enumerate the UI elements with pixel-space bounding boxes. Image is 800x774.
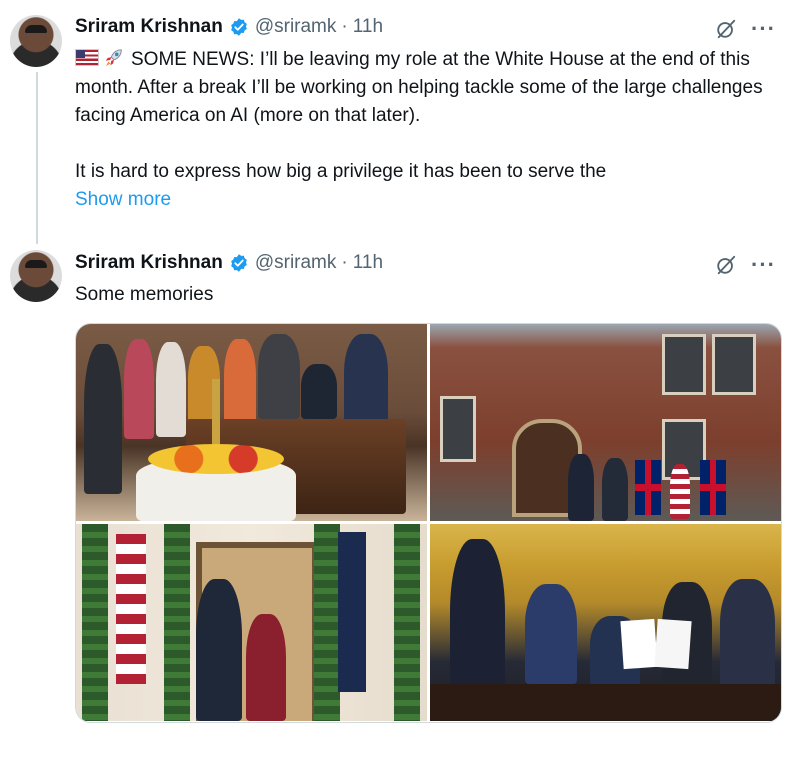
photo-grid (75, 323, 782, 723)
manor-house-flags-photo[interactable] (430, 324, 781, 521)
timestamp[interactable]: 11h (353, 16, 383, 38)
tweet-header: Sriram Krishnan @sriramk · 11h (75, 252, 383, 274)
tweet-actions: ··· (715, 18, 776, 40)
tweet-text-paragraph-1: SOME NEWS: I’ll be leaving my role at th… (75, 49, 763, 126)
oval-office-signing-photo[interactable] (430, 524, 781, 721)
author-handle[interactable]: @sriramk (255, 16, 337, 38)
tweet-text-paragraph-2: It is hard to express how big a privileg… (75, 161, 607, 182)
author-handle[interactable]: @sriramk (255, 252, 337, 274)
tweet-actions: ··· (715, 254, 776, 276)
tweet-text: Some memories (75, 284, 214, 305)
show-more-link[interactable]: Show more (75, 186, 780, 214)
verified-badge-icon (230, 18, 247, 36)
tweet-header: Sriram Krishnan @sriramk · 11h (75, 16, 383, 38)
tweet-text: SOME NEWS: I’ll be leaving my role at th… (75, 46, 780, 214)
more-options-icon[interactable]: ··· (751, 18, 776, 40)
grok-icon[interactable] (715, 254, 737, 276)
tweet-1[interactable]: Sriram Krishnan @sriramk · 11h ··· SOME … (0, 0, 800, 244)
timestamp[interactable]: 11h (353, 252, 383, 274)
grok-icon[interactable] (715, 18, 737, 40)
author-name[interactable]: Sriram Krishnan (75, 16, 223, 38)
oval-office-diwali-photo[interactable] (76, 324, 427, 521)
separator-dot: · (341, 252, 348, 273)
rocket-emoji (105, 49, 122, 67)
avatar[interactable] (10, 250, 62, 302)
thread-line (36, 72, 38, 244)
us-flag-emoji (75, 49, 99, 66)
author-name[interactable]: Sriram Krishnan (75, 252, 223, 274)
avatar[interactable] (10, 15, 62, 67)
more-options-icon[interactable]: ··· (751, 254, 776, 276)
verified-badge-icon (230, 254, 247, 272)
holiday-hallway-photo[interactable] (76, 524, 427, 721)
separator-dot: · (341, 16, 348, 37)
